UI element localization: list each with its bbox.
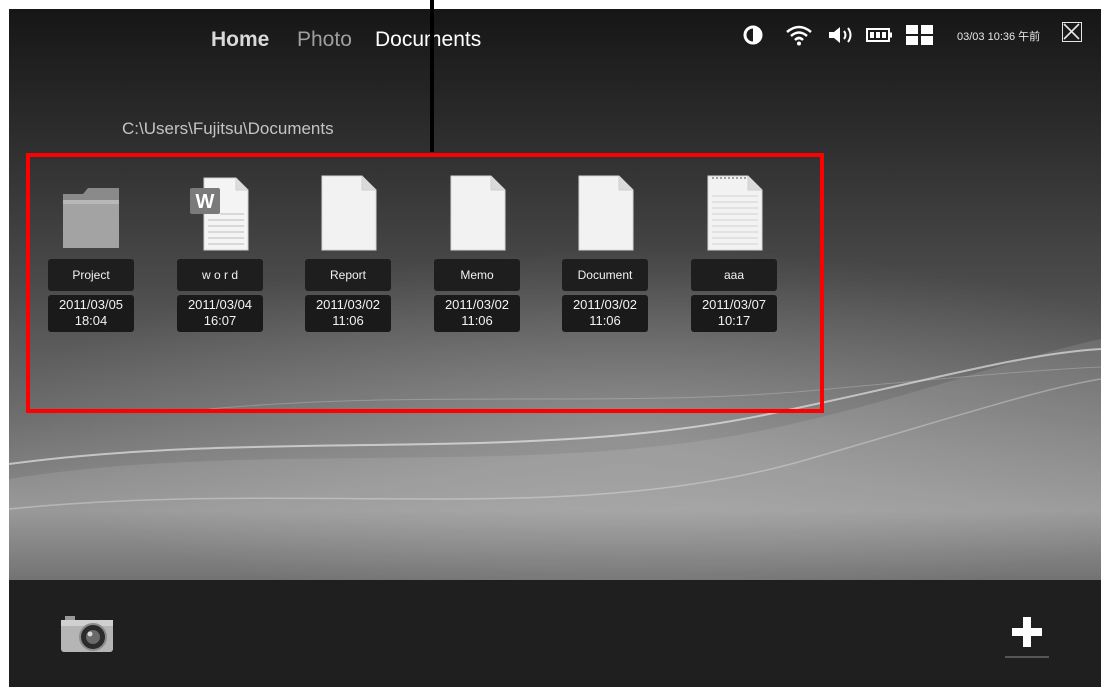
close-button[interactable] <box>1062 22 1082 42</box>
file-name: Document <box>562 259 648 291</box>
add-button[interactable] <box>1005 610 1049 654</box>
file-item-word[interactable]: W w o r d 2011/03/04 16:07 <box>172 172 268 342</box>
file-date: 2011/03/04 16:07 <box>177 295 263 332</box>
nav-home[interactable]: Home <box>211 28 269 52</box>
add-button-underline <box>1005 656 1049 658</box>
file-item-memo[interactable]: Memo 2011/03/02 11:06 <box>429 172 525 342</box>
file-name: aaa <box>691 259 777 291</box>
blank-file-icon <box>321 175 377 251</box>
grid-icon[interactable] <box>905 24 935 46</box>
file-item-document[interactable]: Document 2011/03/02 11:06 <box>557 172 653 342</box>
file-date: 2011/03/07 10:17 <box>691 295 777 332</box>
file-item-report[interactable]: Report 2011/03/02 11:06 <box>300 172 396 342</box>
wifi-icon[interactable] <box>785 24 813 46</box>
folder-path: C:\Users\Fujitsu\Documents <box>122 119 334 138</box>
nav-photo[interactable]: Photo <box>297 28 352 52</box>
file-name: w o r d <box>177 259 263 291</box>
app-screen: Home Photo Documents 03/03 10:36 午前 C:\U… <box>9 9 1101 687</box>
file-name: Report <box>305 259 391 291</box>
close-icon <box>1063 23 1080 40</box>
file-item-aaa[interactable]: aaa 2011/03/07 10:17 <box>686 172 782 342</box>
blank-file-icon <box>450 175 506 251</box>
top-navigation: Home Photo Documents <box>9 25 1101 55</box>
callout-pointer-line <box>430 0 434 152</box>
bottom-bar <box>9 580 1101 687</box>
folder-icon <box>63 188 119 248</box>
svg-text:W: W <box>196 191 215 213</box>
camera-button[interactable] <box>59 612 115 654</box>
file-date: 2011/03/02 11:06 <box>305 295 391 332</box>
battery-icon[interactable] <box>866 25 894 45</box>
plus-icon <box>1012 617 1042 647</box>
file-name: Project <box>48 259 134 291</box>
nav-documents[interactable]: Documents <box>375 28 481 52</box>
clock-display: 03/03 10:36 午前 <box>957 31 1041 43</box>
volume-icon[interactable] <box>827 24 857 46</box>
brightness-icon[interactable] <box>742 24 764 46</box>
blank-file-icon <box>578 175 634 251</box>
text-file-icon <box>707 175 763 251</box>
file-date: 2011/03/02 11:06 <box>562 295 648 332</box>
file-date: 2011/03/05 18:04 <box>48 295 134 332</box>
camera-icon <box>61 616 113 652</box>
word-document-icon: W <box>190 177 249 251</box>
file-name: Memo <box>434 259 520 291</box>
file-item-project[interactable]: Project 2011/03/05 18:04 <box>43 172 139 342</box>
file-date: 2011/03/02 11:06 <box>434 295 520 332</box>
